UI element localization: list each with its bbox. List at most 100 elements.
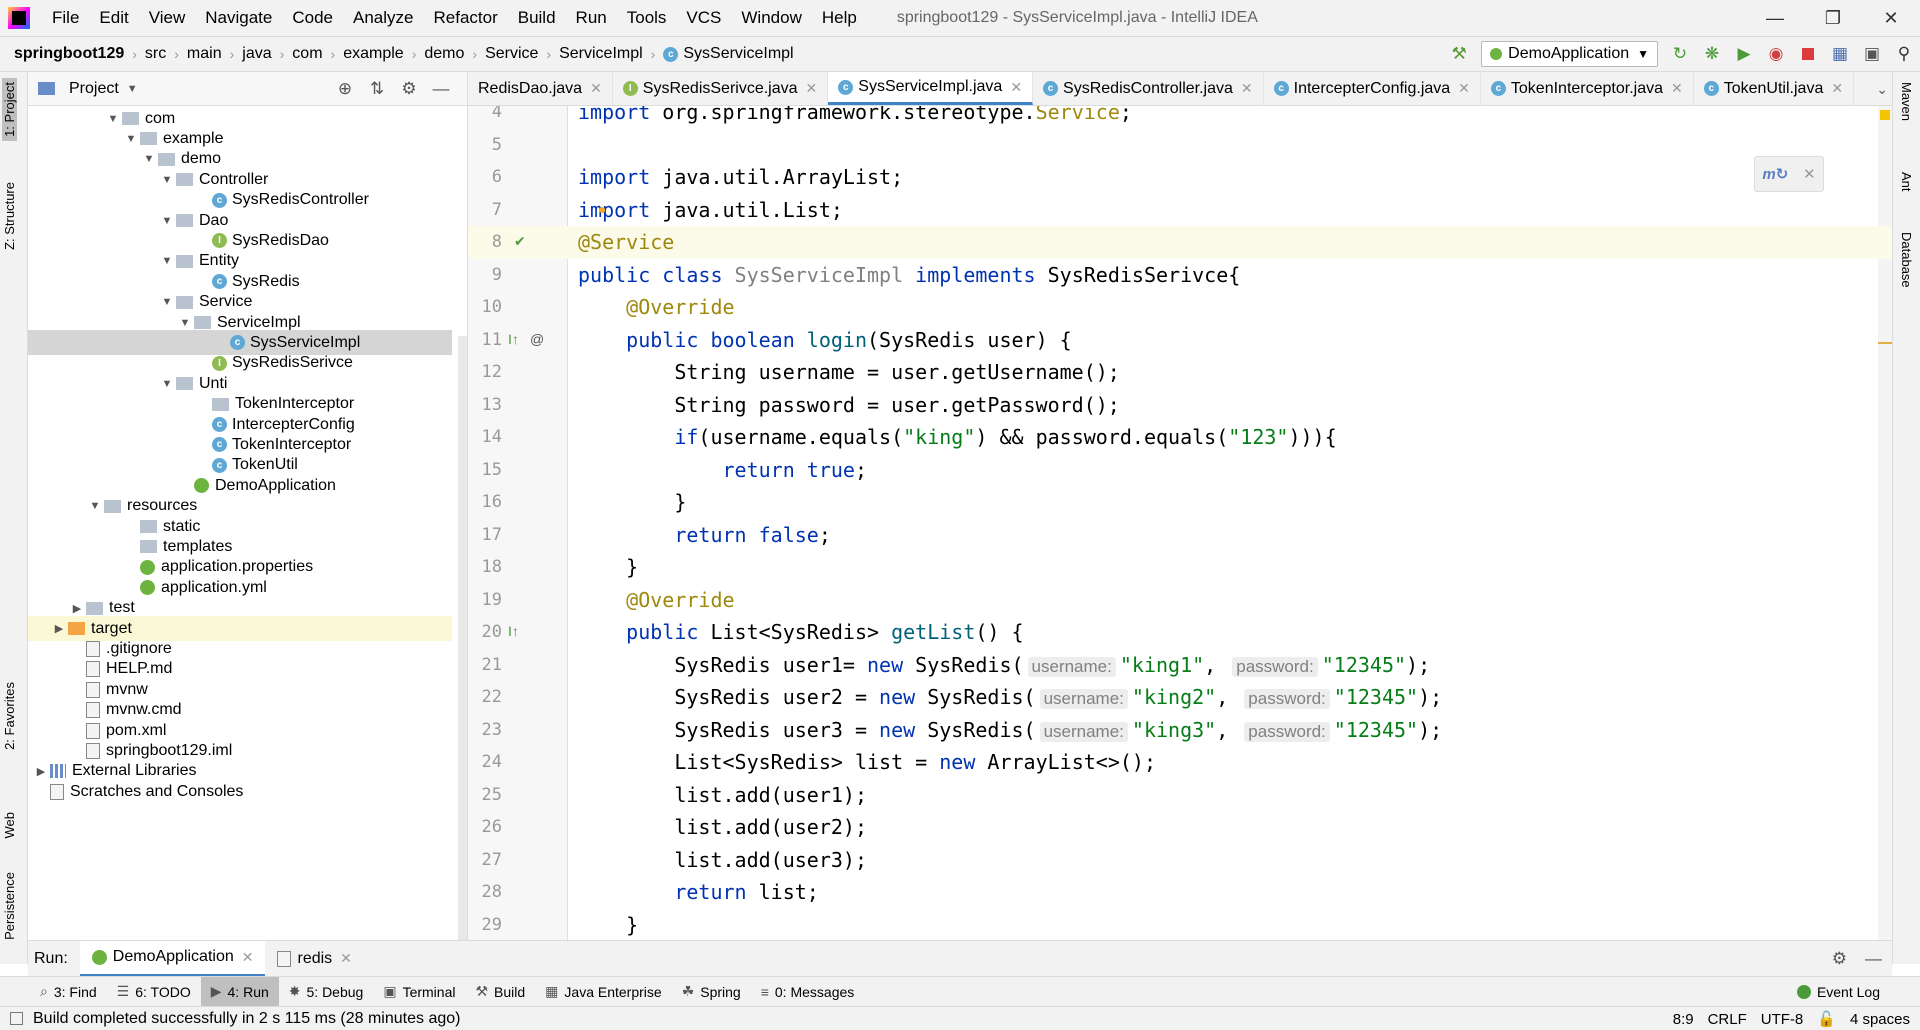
expand-arrow-icon[interactable]: ▼ xyxy=(158,215,176,227)
expand-arrow-icon[interactable]: ▼ xyxy=(158,296,176,308)
menu-code[interactable]: Code xyxy=(282,8,343,28)
menu-help[interactable]: Help xyxy=(812,8,867,28)
gear-icon[interactable]: ⚙ xyxy=(393,79,425,99)
menu-tools[interactable]: Tools xyxy=(617,8,677,28)
lock-icon[interactable]: 🔓 xyxy=(1817,1010,1836,1028)
close-icon[interactable]: ✕ xyxy=(1241,80,1253,97)
expand-arrow-icon[interactable]: ▼ xyxy=(158,255,176,267)
line-ending[interactable]: CRLF xyxy=(1708,1011,1747,1028)
breadcrumb-item[interactable]: demo xyxy=(424,45,464,63)
editor-tab[interactable]: c SysServiceImpl.java ✕ xyxy=(828,72,1034,105)
menu-navigate[interactable]: Navigate xyxy=(195,8,282,28)
close-icon[interactable]: ✕ xyxy=(1458,80,1470,97)
debug-bug-icon[interactable]: ❋ xyxy=(1696,37,1728,71)
breadcrumb-item[interactable]: example xyxy=(343,45,403,63)
stop-icon[interactable] xyxy=(1792,37,1824,71)
indent-setting[interactable]: 4 spaces xyxy=(1850,1011,1910,1028)
breadcrumb-item[interactable]: main xyxy=(187,45,222,63)
tool-tab-structure[interactable]: Z: Structure xyxy=(2,182,17,250)
expand-arrow-icon[interactable]: ▼ xyxy=(158,174,176,186)
tool-button[interactable]: ✸ 5: Debug xyxy=(279,977,374,1007)
expand-arrow-icon[interactable]: ▼ xyxy=(86,500,104,512)
breadcrumb-item[interactable]: springboot129 xyxy=(14,45,124,63)
tool-tab-favorites[interactable]: 2: Favorites xyxy=(2,682,17,750)
tool-button[interactable]: ☰ 6: TODO xyxy=(107,977,201,1007)
mapping-at-icon[interactable]: @ xyxy=(530,331,544,347)
tool-tab-maven[interactable]: Maven xyxy=(1899,82,1914,121)
tool-tab-persistence[interactable]: Persistence xyxy=(2,872,17,940)
expand-arrow-icon[interactable]: ▼ xyxy=(122,133,140,145)
bulb-icon[interactable]: ● xyxy=(598,201,606,217)
tool-button[interactable]: ▶ 4: Run xyxy=(200,976,279,1007)
collapse-arrow-icon[interactable]: ▶ xyxy=(68,602,86,615)
close-icon[interactable]: ✕ xyxy=(1831,80,1843,97)
menu-refactor[interactable]: Refactor xyxy=(423,8,507,28)
menu-file[interactable]: File xyxy=(42,8,89,28)
close-icon[interactable]: ✕ xyxy=(242,949,254,966)
tool-tab-ant[interactable]: Ant xyxy=(1899,172,1914,192)
collapse-all-icon[interactable]: ⇅ xyxy=(361,79,393,99)
project-panel-title[interactable]: Project xyxy=(69,80,119,98)
tool-button[interactable]: ▦ Java Enterprise xyxy=(535,977,672,1007)
editor-tab[interactable]: c TokenUtil.java ✕ xyxy=(1694,72,1855,105)
restore-icon[interactable]: ❐ xyxy=(1804,0,1862,36)
close-icon[interactable]: ✕ xyxy=(1010,79,1022,96)
breadcrumb-item[interactable]: src xyxy=(145,45,166,63)
editor-tab[interactable]: c SysRedisController.java ✕ xyxy=(1033,72,1264,105)
close-icon[interactable]: ✕ xyxy=(590,80,602,97)
tool-button[interactable]: ▣ Terminal xyxy=(373,977,465,1007)
expand-arrow-icon[interactable]: ▼ xyxy=(158,378,176,390)
menu-build[interactable]: Build xyxy=(508,8,566,28)
chevron-down-icon[interactable]: ⌄ xyxy=(1876,72,1888,105)
build-hammer-icon[interactable]: ⚒ xyxy=(1443,37,1475,71)
event-log-button[interactable]: Event Log xyxy=(1796,977,1880,1007)
profile-icon[interactable]: ◉ xyxy=(1760,37,1792,71)
tool-button[interactable]: ☘ Spring xyxy=(672,977,751,1007)
search-everywhere-icon[interactable]: ⚲ xyxy=(1888,37,1920,71)
tool-tab-project[interactable]: 1: Project xyxy=(2,78,17,141)
implements-method-icon[interactable]: I↑ xyxy=(508,331,519,347)
menu-analyze[interactable]: Analyze xyxy=(343,8,423,28)
menu-run[interactable]: Run xyxy=(566,8,617,28)
spring-bean-icon[interactable]: ✔ xyxy=(514,233,526,250)
expand-arrow-icon[interactable]: ▼ xyxy=(104,113,122,125)
code-editor[interactable]: m↻ ✕ 4 import org.springframework.stereot… xyxy=(468,106,1892,940)
breadcrumb-item[interactable]: ServiceImpl xyxy=(559,45,643,63)
tool-button[interactable]: ⌕ 3: Find xyxy=(30,977,107,1007)
editor-tab[interactable]: I SysRedisSerivce.java ✕ xyxy=(613,72,829,105)
locate-icon[interactable]: ⊕ xyxy=(329,79,361,99)
breadcrumb-item[interactable]: SysServiceImpl xyxy=(683,45,793,63)
collapse-arrow-icon[interactable]: ▶ xyxy=(50,622,68,635)
caret-position[interactable]: 8:9 xyxy=(1673,1011,1694,1028)
run-configuration-select[interactable]: DemoApplication ▼ xyxy=(1481,41,1658,67)
menu-vcs[interactable]: VCS xyxy=(676,8,731,28)
expand-arrow-icon[interactable]: ▼ xyxy=(176,317,194,329)
expand-arrow-icon[interactable]: ▼ xyxy=(140,153,158,165)
tool-tab-web[interactable]: Web xyxy=(2,812,17,839)
implements-method-icon[interactable]: I↑ xyxy=(508,623,519,639)
gear-icon[interactable]: ⚙ xyxy=(1832,949,1847,969)
tree-scrollbar[interactable] xyxy=(458,336,467,940)
hide-icon[interactable]: — xyxy=(425,79,457,99)
editor-tab[interactable]: RedisDao.java ✕ xyxy=(468,72,613,105)
close-window-icon[interactable]: ✕ xyxy=(1862,0,1920,36)
close-icon[interactable]: ✕ xyxy=(340,950,352,967)
run-tab[interactable]: DemoApplication ✕ xyxy=(79,940,266,977)
run-tab[interactable]: redis ✕ xyxy=(265,941,363,977)
editor-tab[interactable]: c IntercepterConfig.java ✕ xyxy=(1264,72,1481,105)
coverage-icon[interactable]: ▶ xyxy=(1728,37,1760,71)
close-icon[interactable]: ✕ xyxy=(1671,80,1683,97)
collapse-arrow-icon[interactable]: ▶ xyxy=(32,765,50,778)
menu-edit[interactable]: Edit xyxy=(89,8,138,28)
chevron-down-icon[interactable]: ▼ xyxy=(127,83,138,95)
rerun-icon[interactable]: ↻ xyxy=(1664,37,1696,71)
tool-tab-database[interactable]: Database xyxy=(1899,232,1914,288)
editor-tab[interactable]: c TokenInterceptor.java ✕ xyxy=(1481,72,1694,105)
close-icon[interactable]: ✕ xyxy=(806,80,818,97)
project-structure-icon[interactable]: ▦ xyxy=(1824,37,1856,71)
menu-window[interactable]: Window xyxy=(731,8,811,28)
layout-icon[interactable]: ▣ xyxy=(1856,37,1888,71)
menu-view[interactable]: View xyxy=(139,8,196,28)
hide-icon[interactable]: — xyxy=(1865,949,1882,969)
breadcrumb-item[interactable]: java xyxy=(242,45,271,63)
